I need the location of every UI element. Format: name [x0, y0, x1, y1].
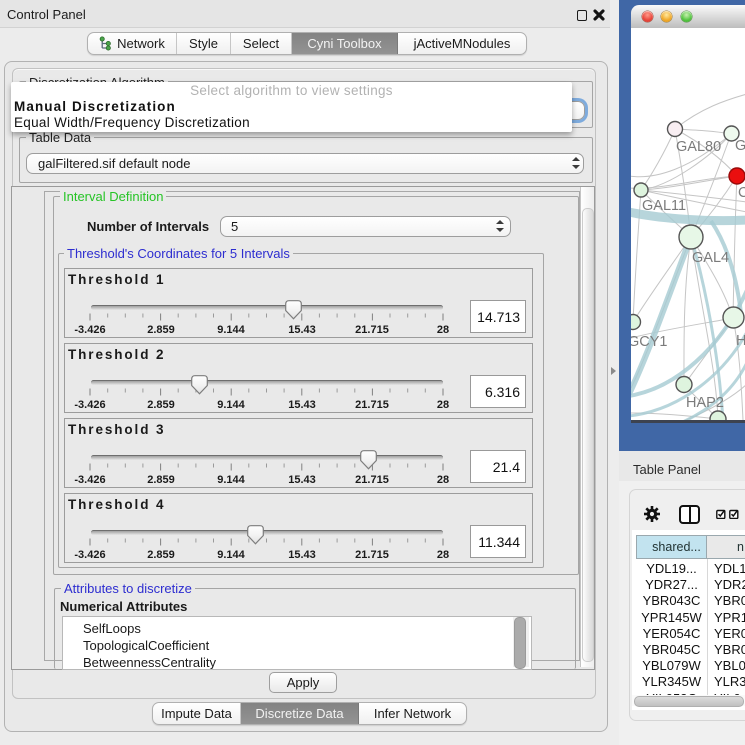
- svg-text:GCY1: GCY1: [631, 334, 668, 350]
- svg-text:GAL4: GAL4: [692, 250, 729, 266]
- svg-text:CY: CY: [738, 185, 745, 201]
- svg-text:GAL80: GAL80: [676, 139, 721, 155]
- svg-text:HAP2: HAP2: [686, 395, 724, 411]
- svg-text:HA: HA: [736, 333, 745, 349]
- svg-text:GA: GA: [735, 138, 745, 154]
- svg-text:GAL11: GAL11: [642, 198, 686, 214]
